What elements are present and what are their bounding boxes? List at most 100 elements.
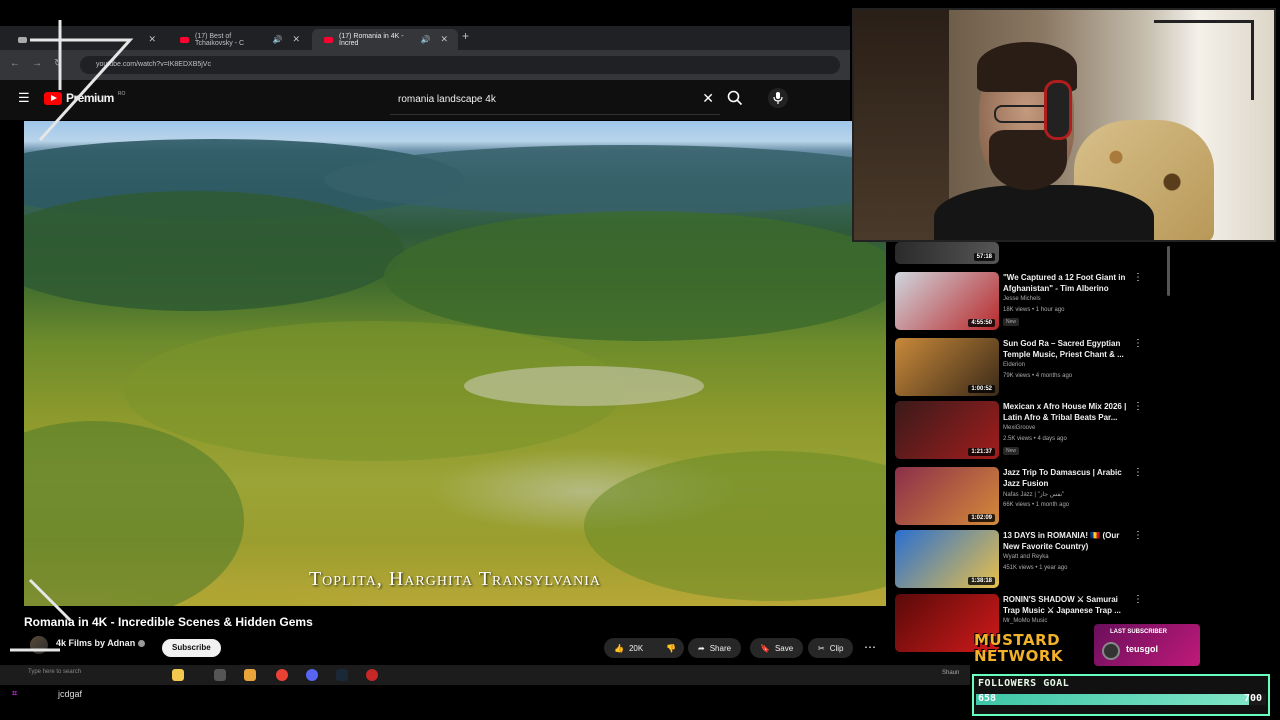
close-icon[interactable]: ✕ bbox=[292, 34, 300, 45]
speaker-icon[interactable]: 🔊 bbox=[420, 35, 430, 44]
taskbar-search[interactable]: Type here to search bbox=[28, 669, 81, 675]
obs-icon[interactable] bbox=[366, 669, 378, 681]
more-options-icon[interactable]: ⋮ bbox=[1133, 594, 1143, 605]
overlay-frame bbox=[1154, 20, 1254, 100]
video-player[interactable]: Toplita, Harghita Transylvania bbox=[24, 121, 886, 606]
more-options-icon[interactable]: ⋮ bbox=[1133, 530, 1143, 541]
video-thumbnail[interactable]: 1:02:09 bbox=[895, 467, 999, 525]
more-options-icon[interactable]: ⋮ bbox=[1133, 401, 1143, 412]
recommendation-meta: 18K views • 1 hour ago bbox=[1003, 307, 1065, 313]
stream-overlay-name: jcdgaf bbox=[58, 689, 83, 699]
recommendation-title[interactable]: RONIN'S SHADOW ⚔ Samurai Trap Music ⚔ Ja… bbox=[1003, 594, 1133, 616]
recommendation-title[interactable]: 13 DAYS in ROMANIA! 🇷🇴 (Our New Favorite… bbox=[1003, 530, 1133, 552]
recommendation-title[interactable]: Mexican x Afro House Mix 2026 | Latin Af… bbox=[1003, 401, 1133, 423]
youtube-favicon-icon bbox=[324, 36, 333, 43]
forest-hill bbox=[384, 211, 886, 341]
taskbar-pinned-label[interactable]: Shaun bbox=[942, 670, 959, 676]
microphone-icon bbox=[773, 92, 783, 104]
share-button[interactable]: ➦ Share bbox=[688, 638, 742, 658]
scissors-icon: ✂ bbox=[818, 643, 825, 653]
tab-tchaikovsky[interactable]: (17) Best of Tchaikovsky - C 🔊 ✕ bbox=[168, 29, 310, 50]
close-icon[interactable]: ✕ bbox=[440, 34, 448, 45]
tab-label: (17) Romania in 4K - Incred bbox=[339, 32, 404, 47]
overlay-frame-bottom-left bbox=[10, 578, 72, 652]
more-actions-icon[interactable]: ⋯ bbox=[864, 640, 876, 654]
duration-badge: 57:18 bbox=[973, 253, 995, 261]
shelf bbox=[854, 10, 949, 240]
more-options-icon[interactable]: ⋮ bbox=[1133, 272, 1143, 283]
last-subscriber-name: teusgol bbox=[1126, 644, 1159, 654]
followers-goal-bar bbox=[976, 694, 1266, 705]
video-thumbnail[interactable]: 4:55:50 bbox=[895, 272, 999, 330]
search-box[interactable]: romania landscape 4k ✕ bbox=[390, 85, 720, 115]
url-field[interactable]: youtube.com/watch?v=IK8EDXB5jVc bbox=[80, 56, 840, 74]
file-explorer-icon[interactable] bbox=[244, 669, 256, 681]
recommendation-channel[interactable]: Elderion bbox=[1003, 362, 1025, 368]
recommendation-title[interactable]: Sun God Ra – Sacred Egyptian Temple Musi… bbox=[1003, 338, 1133, 360]
share-label: Share bbox=[709, 643, 732, 653]
recommendation-channel[interactable]: MexiGroove bbox=[1003, 425, 1035, 431]
subscribe-button[interactable]: Subscribe bbox=[162, 639, 221, 657]
recommendation-channel[interactable]: Jesse Michels bbox=[1003, 296, 1041, 302]
followers-goal-widget: FOLLOWERS GOAL 658 700 bbox=[972, 674, 1270, 716]
recommendation-meta: 2.5K views • 4 days ago bbox=[1003, 436, 1067, 442]
discord-icon[interactable] bbox=[306, 669, 318, 681]
duration-badge: 4:55:50 bbox=[968, 319, 995, 327]
clip-button[interactable]: ✂ Clip bbox=[808, 638, 854, 658]
list-item[interactable]: 57:18 bbox=[895, 242, 1195, 264]
recommendation-channel[interactable]: Nafas Jazz | "نفس جاز" bbox=[1003, 491, 1064, 498]
recommendation-title[interactable]: "We Captured a 12 Foot Giant in Afghanis… bbox=[1003, 272, 1133, 294]
more-options-icon[interactable]: ⋮ bbox=[1133, 467, 1143, 478]
search-input[interactable]: romania landscape 4k bbox=[398, 94, 496, 105]
recommendation-channel[interactable]: Wyatt and Reyka bbox=[1003, 554, 1049, 560]
overlay-frame-top-left bbox=[30, 20, 134, 142]
bookmark-icon: 🔖 bbox=[760, 643, 770, 653]
last-subscriber-widget: LAST SUBSCRIBER teusgol bbox=[1094, 624, 1200, 666]
chrome-icon[interactable] bbox=[276, 669, 288, 681]
recommendation-meta: 66K views • 1 month ago bbox=[1003, 502, 1070, 508]
search-button[interactable] bbox=[727, 90, 745, 108]
save-label: Save bbox=[774, 643, 794, 653]
like-dislike-group: 👍 20K 👎 bbox=[604, 638, 684, 658]
recommendation-title[interactable]: Jazz Trip To Damascus | Arabic Jazz Fusi… bbox=[1003, 467, 1133, 489]
speaker-icon[interactable]: 🔊 bbox=[272, 35, 282, 44]
tab-label: (17) Best of Tchaikovsky - C bbox=[195, 32, 245, 47]
new-badge: New bbox=[1003, 318, 1020, 326]
list-item[interactable]: 1:00:52 Sun God Ra – Sacred Egyptian Temp… bbox=[895, 338, 1195, 398]
like-count[interactable]: 20K bbox=[629, 644, 643, 653]
list-item[interactable]: 1:02:09 Jazz Trip To Damascus | Arabic Ja… bbox=[895, 467, 1195, 527]
windows-taskbar: Type here to search Shaun bbox=[0, 665, 970, 685]
list-item[interactable]: 4:55:50 "We Captured a 12 Foot Giant in A… bbox=[895, 272, 1195, 332]
mustard-network-logo: MUSTARD NETWORK bbox=[974, 632, 1092, 670]
voice-search-button[interactable] bbox=[768, 88, 788, 108]
town bbox=[464, 366, 704, 406]
video-caption-overlay: Toplita, Harghita Transylvania bbox=[308, 568, 602, 590]
tab-romania[interactable]: (17) Romania in 4K - Incred 🔊 ✕ bbox=[312, 29, 458, 50]
clear-search-icon[interactable]: ✕ bbox=[702, 90, 714, 107]
verified-icon bbox=[138, 640, 146, 648]
steam-icon[interactable] bbox=[336, 669, 348, 681]
thumbs-up-icon[interactable]: 👍 bbox=[614, 644, 624, 653]
close-icon[interactable]: ✕ bbox=[148, 34, 156, 45]
streamer-body bbox=[934, 185, 1154, 240]
new-tab-plus-icon[interactable]: + bbox=[462, 29, 469, 43]
save-button[interactable]: 🔖 Save bbox=[750, 638, 804, 658]
video-thumbnail[interactable]: 1:21:37 bbox=[895, 401, 999, 459]
recommendation-channel[interactable]: Mr_MoMo Music bbox=[1003, 618, 1047, 624]
subscriber-avatar bbox=[1102, 642, 1120, 660]
list-item[interactable]: 1:38:18 13 DAYS in ROMANIA! 🇷🇴 (Our New F… bbox=[895, 530, 1195, 590]
search-icon bbox=[727, 90, 743, 106]
forest-hill bbox=[24, 191, 404, 311]
video-thumbnail[interactable]: 57:18 bbox=[895, 242, 999, 264]
task-view-icon[interactable] bbox=[214, 669, 226, 681]
taskbar-app-icon[interactable] bbox=[172, 669, 184, 681]
more-options-icon[interactable]: ⋮ bbox=[1133, 338, 1143, 349]
network-line-2: NETWORK bbox=[974, 647, 1064, 665]
list-item[interactable]: 1:21:37 Mexican x Afro House Mix 2026 | L… bbox=[895, 401, 1195, 461]
scrollbar[interactable] bbox=[1167, 246, 1170, 296]
video-thumbnail[interactable]: 1:00:52 bbox=[895, 338, 999, 396]
thumbs-down-icon[interactable]: 👎 bbox=[666, 644, 676, 653]
duration-badge: 1:00:52 bbox=[968, 385, 995, 393]
recommendation-meta: 451K views • 1 year ago bbox=[1003, 565, 1068, 571]
video-thumbnail[interactable]: 1:38:18 bbox=[895, 530, 999, 588]
